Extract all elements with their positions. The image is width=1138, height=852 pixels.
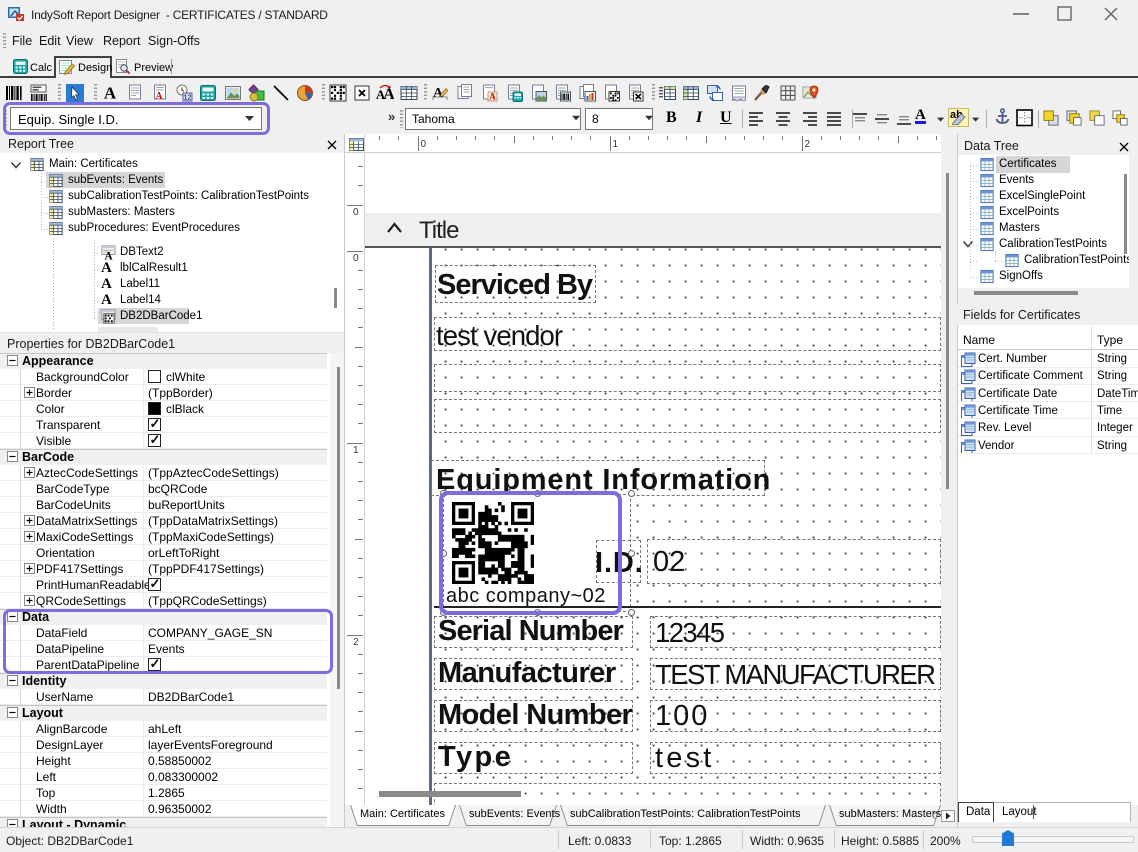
svg-text:A: A [155,91,163,102]
svg-text:A: A [489,92,496,102]
svg-text:A: A [383,86,394,102]
svg-text:A: A [104,84,117,102]
svg-text:12: 12 [184,95,192,102]
